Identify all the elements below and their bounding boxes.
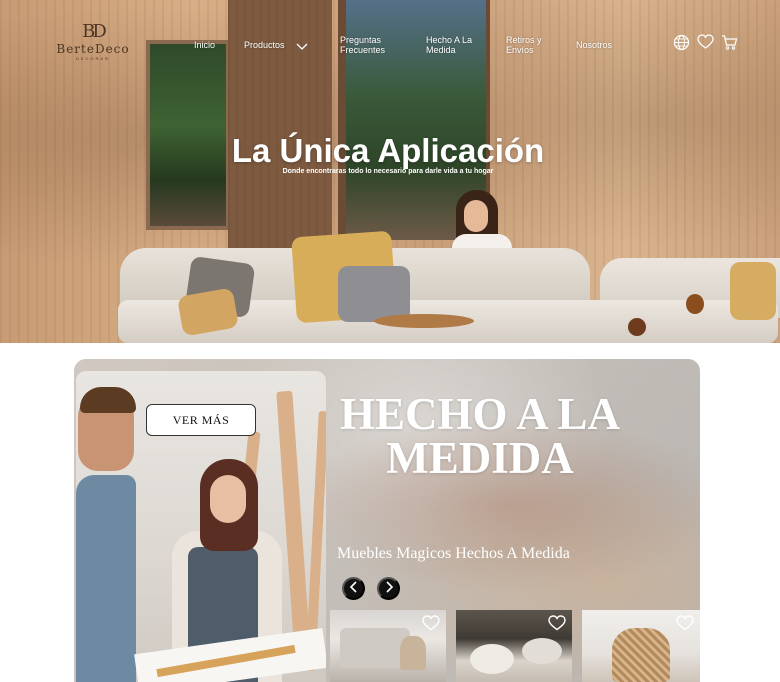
see-more-button[interactable]: VER MÁS (146, 404, 256, 436)
coffee-table (374, 314, 474, 328)
hero-pillar (228, 0, 332, 250)
product-card[interactable] (456, 610, 572, 682)
logo-tagline: DECORAR (75, 56, 110, 61)
globe-icon[interactable] (673, 34, 690, 56)
hero-title: La Única Aplicación (0, 132, 776, 170)
logo-monogram: BD (82, 21, 107, 42)
section-title: HECHO A LA MEDIDA (339, 389, 621, 483)
nav-hecho-a-la-medida[interactable]: Hecho A La Medida (426, 35, 472, 55)
nav-retiros-envios[interactable]: Retiros y Envíos (506, 35, 542, 55)
logo-wordmark: BerteDeco (56, 42, 130, 56)
nav-productos[interactable]: Productos (244, 40, 285, 50)
hero-title-rest: Aplicación (377, 132, 545, 169)
nav-inicio[interactable]: Inicio (194, 40, 215, 50)
hero-subtitle: Donde encontraras todo lo necesario para… (282, 168, 494, 175)
cushion (338, 266, 410, 322)
cushion (730, 262, 776, 320)
product-card[interactable] (582, 610, 700, 682)
cart-icon[interactable] (721, 34, 738, 56)
vase (686, 294, 704, 314)
product-card[interactable] (330, 610, 446, 682)
chevron-left-icon (349, 581, 359, 596)
vase (628, 318, 646, 336)
nav-nosotros[interactable]: Nosotros (576, 40, 612, 50)
hero-title-bold: La Única (231, 132, 370, 169)
heart-icon[interactable] (697, 34, 714, 55)
nav-preguntas-frecuentes[interactable]: Preguntas Frecuentes (340, 35, 385, 55)
heart-icon[interactable] (422, 615, 440, 636)
chevron-right-icon (384, 581, 394, 596)
carousel-next-button[interactable] (377, 577, 400, 600)
carousel-prev-button[interactable] (342, 577, 365, 600)
brand-logo[interactable]: BD BerteDeco DECORAR (55, 22, 131, 62)
heart-icon[interactable] (548, 615, 566, 636)
chevron-down-icon[interactable] (296, 38, 308, 56)
heart-icon[interactable] (676, 615, 694, 636)
section-subtitle: Muebles Magicos Hechos A Medida (337, 545, 570, 562)
